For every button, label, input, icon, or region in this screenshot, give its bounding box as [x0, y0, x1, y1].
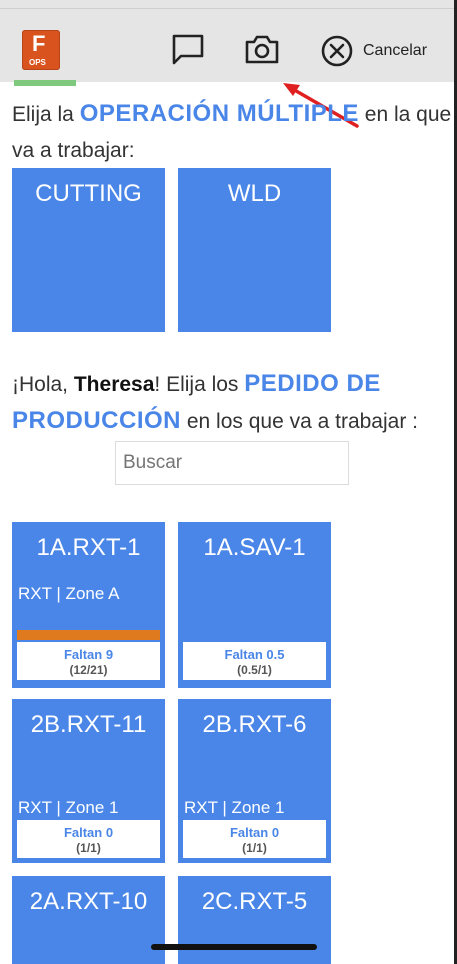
order-tile[interactable]: 2A.RXT-10	[12, 876, 165, 964]
order-code: 2C.RXT-5	[201, 888, 308, 915]
order-prompt-post: en los que va a trabajar :	[181, 410, 418, 433]
order-remaining: Faltan 0	[63, 825, 114, 840]
chat-button[interactable]	[170, 32, 206, 68]
operation-label: WLD	[227, 180, 282, 207]
operation-prompt: Elija la OPERACIÓN MÚLTIPLE en la que va…	[12, 96, 452, 169]
chat-icon	[172, 34, 204, 65]
order-zone: RXT | Zone A	[18, 584, 120, 603]
close-circle-icon	[321, 35, 353, 67]
order-tile[interactable]: 2B.RXT-6 RXT | Zone 1 Faltan 0 (1/1)	[178, 699, 331, 863]
order-ratio: (1/1)	[76, 841, 101, 855]
order-remaining: Faltan 9	[63, 647, 114, 662]
order-status: Faltan 0 (1/1)	[183, 820, 326, 858]
progress-bar	[17, 630, 160, 640]
order-prompt-pre: ¡Hola,	[12, 373, 74, 396]
order-status: Faltan 9 (12/21)	[17, 642, 160, 680]
order-ratio: (1/1)	[242, 841, 267, 855]
operation-prompt-highlight: OPERACIÓN MÚLTIPLE	[79, 100, 359, 127]
camera-icon	[245, 35, 279, 64]
cancel-button[interactable]: Cancelar	[320, 34, 427, 68]
operation-label: CUTTING	[35, 180, 142, 207]
cancel-label: Cancelar	[363, 42, 428, 59]
order-ratio: (0.5/1)	[237, 663, 272, 677]
order-status: Faltan 0 (1/1)	[17, 820, 160, 858]
order-tile[interactable]: 2C.RXT-5	[178, 876, 331, 964]
home-indicator[interactable]	[151, 944, 317, 950]
status-strip	[14, 80, 76, 86]
order-code: 1A.SAV-1	[203, 534, 306, 561]
app-logo-letter: F	[32, 31, 46, 56]
order-prompt: ¡Hola, Theresa! Elija los PEDIDO DE PROD…	[12, 366, 452, 440]
order-code: 2B.RXT-11	[30, 711, 147, 738]
order-code: 1A.RXT-1	[36, 534, 141, 561]
camera-button[interactable]	[244, 32, 280, 68]
top-toolbar: F OPS Cancelar	[0, 0, 457, 82]
order-status: Faltan 0.5 (0.5/1)	[183, 642, 326, 680]
operation-tile-cutting[interactable]: CUTTING	[12, 168, 165, 332]
search-input[interactable]	[115, 441, 349, 485]
order-remaining: Faltan 0	[229, 825, 280, 840]
order-remaining: Faltan 0.5	[224, 647, 285, 662]
order-tile[interactable]: 2B.RXT-11 RXT | Zone 1 Faltan 0 (1/1)	[12, 699, 165, 863]
operation-tile-wld[interactable]: WLD	[178, 168, 331, 332]
order-code: 2A.RXT-10	[29, 888, 148, 915]
app-logo: F OPS	[22, 30, 60, 70]
order-zone: RXT | Zone 1	[18, 798, 119, 817]
order-code: 2B.RXT-6	[202, 711, 307, 738]
order-ratio: (12/21)	[69, 663, 108, 677]
divider	[0, 8, 457, 9]
operation-prompt-pre: Elija la	[12, 103, 80, 126]
order-prompt-mid: ! Elija los	[154, 373, 245, 396]
order-zone: RXT | Zone 1	[184, 798, 285, 817]
user-name: Theresa	[73, 373, 155, 396]
order-tile[interactable]: 1A.SAV-1 Faltan 0.5 (0.5/1)	[178, 522, 331, 688]
order-tile[interactable]: 1A.RXT-1 RXT | Zone A Faltan 9 (12/21)	[12, 522, 165, 688]
app-logo-sub: OPS	[29, 58, 46, 67]
